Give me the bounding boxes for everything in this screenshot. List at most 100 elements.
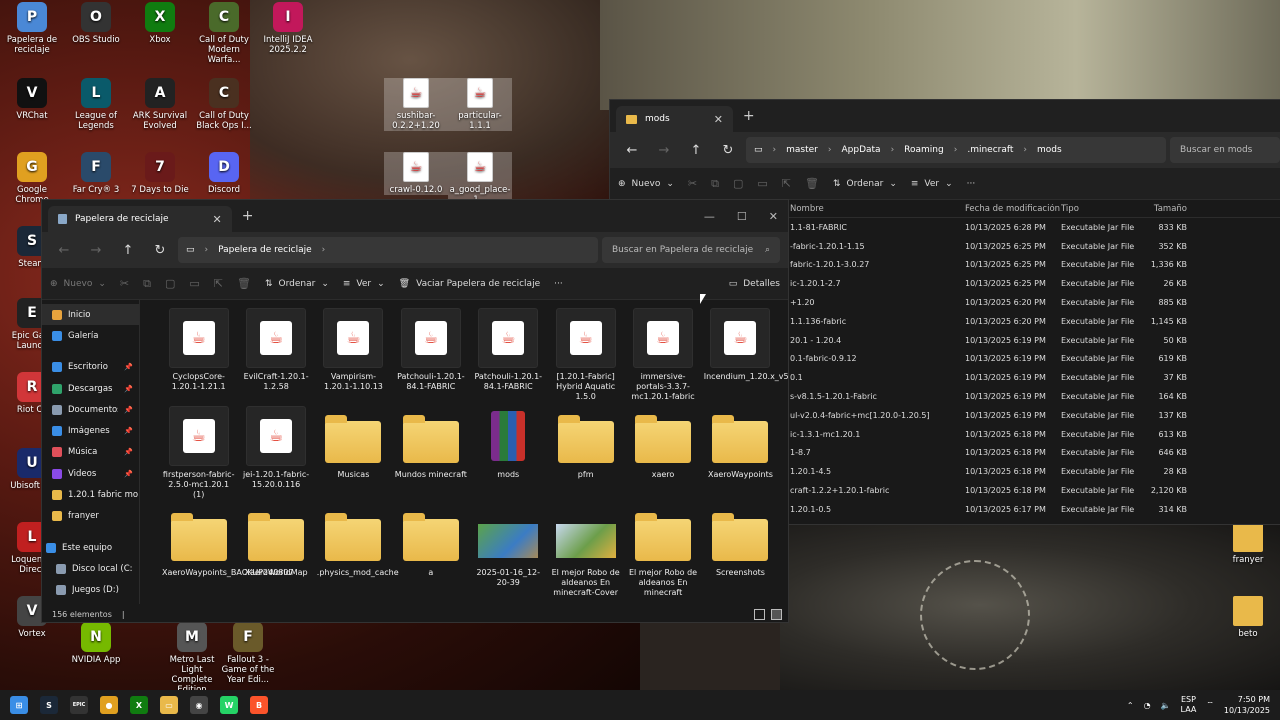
view-button[interactable]: ≡ Ver ⌄ (343, 279, 385, 289)
view-button[interactable]: ≡ Ver ⌄ (911, 179, 953, 189)
sidebar-item[interactable]: Videos 📌 (42, 463, 139, 484)
file-item[interactable]: xaero (624, 406, 701, 498)
up-arrow-icon[interactable]: ↑ (682, 143, 710, 158)
file-item[interactable]: Mundos minecraft (392, 406, 469, 498)
breadcrumb[interactable]: ▭ › master › AppData › Roaming › .minecr… (746, 137, 1166, 163)
file-item[interactable]: pfm (547, 406, 624, 498)
sort-button[interactable]: ⇅ Ordenar ⌄ (833, 179, 897, 189)
pin-icon[interactable]: 📌 (124, 385, 133, 393)
desktop-icon[interactable]: beto (1216, 596, 1280, 639)
rename-icon[interactable]: ▭ (189, 277, 199, 290)
sidebar-item[interactable]: 1.20.1 fabric mo (42, 484, 139, 505)
breadcrumb-appdata[interactable]: AppData (841, 145, 880, 155)
desktop-icon[interactable]: D Discord (192, 152, 256, 195)
file-item[interactable]: El mejor Robo de aldeanos En minecraft-C… (547, 504, 624, 597)
file-item[interactable]: 2025-01-16_12-20-39 (470, 504, 547, 596)
desktop-icon[interactable]: F Far Cry® 3 (64, 152, 128, 195)
up-arrow-icon[interactable]: ↑ (114, 243, 142, 258)
pin-icon[interactable]: 📌 (124, 470, 133, 478)
file-item[interactable]: ☕ Patchouli-1.20.1-84.1-FABRIC (392, 308, 469, 400)
sort-button[interactable]: ⇅ Ordenar ⌄ (265, 279, 329, 289)
desktop-icon[interactable]: franyer (1216, 522, 1280, 565)
back-arrow-icon[interactable]: ← (618, 143, 646, 158)
back-arrow-icon[interactable]: ← (50, 243, 78, 258)
desktop-icon[interactable]: G Google Chrome (0, 152, 64, 205)
file-item[interactable]: ☕ Patchouli-1.20.1-84.1-FABRIC (470, 308, 547, 400)
desktop-icon[interactable]: L League of Legends (64, 78, 128, 131)
new-tab-button[interactable]: + (743, 108, 755, 124)
sidebar-item[interactable]: Juegos (D:) (42, 580, 139, 601)
new-button[interactable]: ⊕ Nuevo ⌄ (50, 279, 106, 289)
desktop-icon[interactable]: C Call of Duty Black Ops I... (192, 78, 256, 131)
share-icon[interactable]: ⇱ (214, 277, 223, 290)
file-item[interactable]: XaeroWorldMap (237, 504, 314, 596)
file-item[interactable]: ☕ Vampirism-1.20.1-1.10.13 (315, 308, 392, 400)
forward-arrow-icon[interactable]: → (650, 143, 678, 158)
tab-recycle-bin[interactable]: Papelera de reciclaje ✕ (48, 206, 232, 232)
minimize-icon[interactable]: — (704, 210, 715, 223)
tab-mods[interactable]: mods ✕ (616, 106, 733, 132)
delete-icon[interactable]: 🗑 (805, 177, 819, 190)
cut-icon[interactable]: ✂ (120, 277, 129, 290)
file-item[interactable]: ☕ jei-1.20.1-fabric-15.20.0.116 (237, 406, 314, 498)
desktop-icon[interactable]: C Call of Duty Modern Warfa... (192, 2, 256, 65)
refresh-icon[interactable]: ↻ (714, 143, 742, 158)
file-item[interactable]: ☕ firstperson-fabric-2.5.0-mc1.20.1 (1) (160, 406, 237, 499)
new-button[interactable]: ⊕ Nuevo ⌄ (618, 179, 674, 189)
desktop-icon[interactable]: 7 7 Days to Die (128, 152, 192, 195)
paste-icon[interactable]: ▢ (733, 177, 743, 190)
breadcrumb-recycle-bin[interactable]: Papelera de reciclaje (218, 245, 312, 255)
desktop-icon[interactable]: P Papelera de reciclaje (0, 2, 64, 55)
file-item[interactable]: Screenshots (702, 504, 779, 596)
maximize-icon[interactable]: ☐ (737, 210, 747, 223)
sidebar-item[interactable]: franyer (42, 506, 139, 527)
sidebar-item[interactable]: Documentos 📌 (42, 399, 139, 420)
breadcrumb-minecraft[interactable]: .minecraft (967, 145, 1013, 155)
desktop-icon[interactable]: N NVIDIA App (64, 622, 128, 665)
copy-icon[interactable]: ⧉ (711, 177, 719, 191)
desktop-icon[interactable]: ☕ crawl-0.12.0 (384, 152, 448, 195)
steam-icon[interactable]: S (40, 696, 58, 714)
obs-icon[interactable]: ◉ (190, 696, 208, 714)
desktop-icon[interactable]: A ARK Survival Evolved (128, 78, 192, 131)
file-item[interactable]: Musicas (315, 406, 392, 498)
desktop-icon[interactable]: X Xbox (128, 2, 192, 45)
column-size[interactable]: Tamaño (1139, 204, 1187, 214)
large-icons-view-icon[interactable] (771, 608, 782, 620)
breadcrumb-roaming[interactable]: Roaming (904, 145, 944, 155)
language-indicator[interactable]: ESP LAA (1181, 695, 1197, 715)
sidebar-item[interactable]: Este equipo (42, 537, 139, 558)
file-item[interactable]: ☕ Incendium_1.20.x_v5.3.5 (702, 308, 788, 400)
more-options-button[interactable]: ··· (967, 179, 976, 189)
sidebar-item[interactable]: Música 📌 (42, 442, 139, 463)
details-view-icon[interactable] (754, 608, 765, 620)
file-item[interactable]: ☕ EvilCraft-1.20.1-1.2.58 (237, 308, 314, 400)
empty-recycle-bin-button[interactable]: 🗑 Vaciar Papelera de reciclaje (399, 279, 540, 289)
desktop-icon[interactable]: ☕ particular-1.1.1 (448, 78, 512, 131)
file-item[interactable]: XaeroWaypoints_BACKUP240807 (160, 504, 294, 596)
cut-icon[interactable]: ✂ (688, 177, 697, 190)
pin-icon[interactable]: 📌 (124, 406, 133, 414)
search-input[interactable]: Buscar en mods (1170, 137, 1280, 163)
network-icon[interactable]: ◔ (1144, 701, 1151, 710)
recycle-bin-explorer-window[interactable]: Papelera de reciclaje ✕ + — ☐ ✕ ← → ↑ ↻ … (41, 199, 789, 623)
column-date[interactable]: Fecha de modificación (965, 204, 1061, 214)
desktop-icon[interactable]: F Fallout 3 - Game of the Year Edi... (216, 622, 280, 685)
sidebar-item[interactable]: Galería (42, 325, 139, 346)
brave-icon[interactable]: B (250, 696, 268, 714)
file-item[interactable]: a (392, 504, 469, 596)
more-options-button[interactable]: ··· (554, 279, 563, 289)
sidebar-item[interactable]: Descargas 📌 (42, 378, 139, 399)
file-item[interactable]: El mejor Robo de aldeanos En minecraft (624, 504, 701, 597)
breadcrumb-mods[interactable]: mods (1037, 145, 1062, 155)
column-type[interactable]: Tipo (1061, 204, 1139, 214)
close-tab-icon[interactable]: ✕ (714, 113, 723, 126)
details-button[interactable]: ▭ Detalles (729, 279, 780, 289)
file-item[interactable]: ☕ [1.20.1-Fabric] Hybrid Aquatic 1.5.0 (547, 308, 624, 401)
clock[interactable]: 7:50 PM 10/13/2025 (1224, 694, 1270, 716)
share-icon[interactable]: ⇱ (782, 177, 791, 190)
file-item[interactable]: ☕ CyclopsCore-1.20.1-1.21.1 (160, 308, 237, 400)
wifi-icon[interactable]: ⌔ (1206, 700, 1214, 710)
file-item[interactable]: XaeroWaypoints (702, 406, 779, 498)
new-tab-button[interactable]: + (242, 208, 254, 224)
